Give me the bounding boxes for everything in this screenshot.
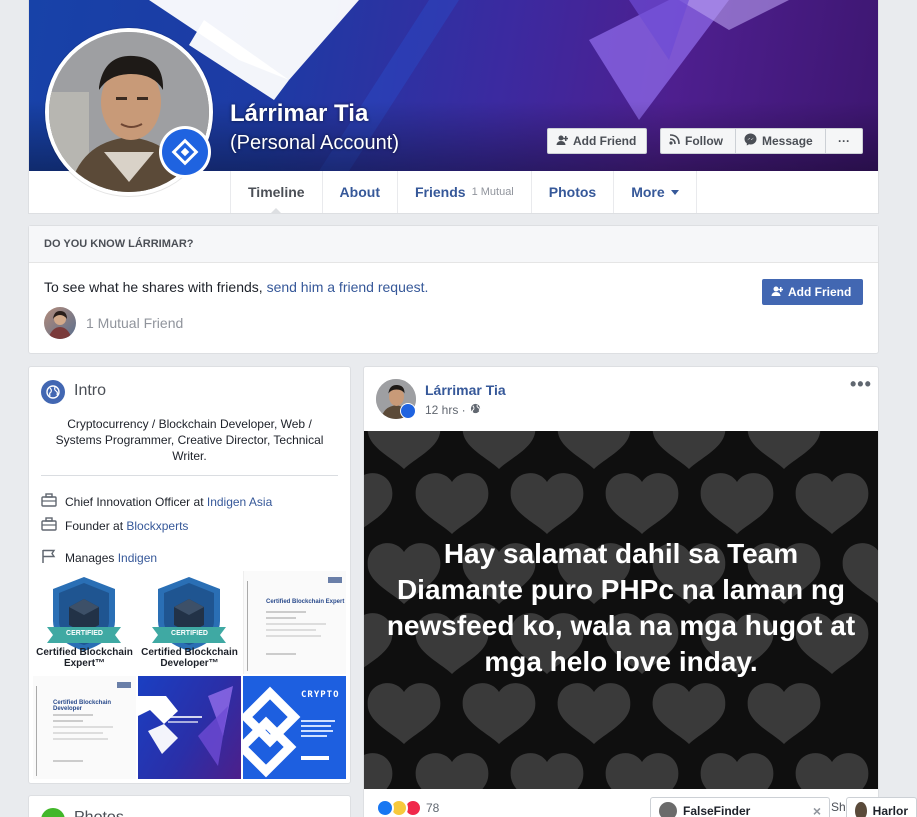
- intro-job-2: Founder at Blockxperts: [41, 517, 188, 534]
- share-partial[interactable]: Sh: [831, 800, 846, 814]
- featured-photo-developer[interactable]: CERTIFIED Certified Blockchain Developer…: [138, 571, 241, 674]
- briefcase-icon: [41, 493, 57, 510]
- reactions-summary[interactable]: 78: [376, 799, 439, 817]
- profile-badge: [159, 126, 211, 178]
- featured-photo-crypto[interactable]: CRYPTO: [243, 676, 346, 779]
- intro-job-1: Chief Innovation Officer at Indigen Asia: [41, 493, 272, 510]
- post-author-name[interactable]: Lárrimar Tia: [425, 382, 506, 398]
- featured-photo-cover[interactable]: [138, 676, 241, 779]
- add-friend-icon: [771, 285, 784, 300]
- public-globe-icon: [470, 403, 481, 417]
- indigen-asia-link[interactable]: Indigen Asia: [207, 495, 272, 509]
- profile-tabs: Timeline About Friends 1 Mutual Photos Mo…: [230, 171, 697, 214]
- close-icon[interactable]: ×: [813, 803, 821, 817]
- featured-photos: CERTIFIED Certified Blockchain Expert™ C…: [33, 571, 348, 781]
- chat-tab-harlor[interactable]: Harlor: [846, 797, 917, 817]
- avatar-badge: [400, 403, 416, 419]
- tab-friends[interactable]: Friends 1 Mutual: [398, 171, 532, 213]
- profile-name[interactable]: Lárrimar Tia: [230, 100, 368, 128]
- photos-icon: [41, 808, 65, 817]
- chat-avatar: [659, 801, 677, 817]
- intro-title: Intro: [74, 382, 107, 399]
- add-friend-icon: [556, 134, 569, 149]
- intro-manages: Manages Indigen: [41, 549, 157, 566]
- flag-icon: [41, 549, 57, 566]
- profile-header: Lárrimar Tia (Personal Account) Add Frie…: [28, 0, 879, 214]
- tab-about[interactable]: About: [323, 171, 398, 213]
- briefcase-icon: [41, 517, 57, 534]
- photos-title[interactable]: Photos: [74, 809, 124, 817]
- tab-photos[interactable]: Photos: [532, 171, 615, 213]
- rss-icon: [669, 134, 680, 148]
- caret-down-icon: [670, 189, 679, 195]
- friend-request-card: DO YOU KNOW LÁRRIMAR? To see what he sha…: [28, 225, 879, 354]
- featured-photo-expert[interactable]: CERTIFIED Certified Blockchain Expert™: [33, 571, 136, 674]
- post-options-icon[interactable]: •••: [850, 375, 872, 393]
- post-message: Hay salamat dahil sa Team Diamante puro …: [386, 538, 856, 677]
- divider: [41, 475, 338, 476]
- blockxperts-link[interactable]: Blockxperts: [126, 519, 188, 533]
- mutual-count: 1 Mutual: [471, 186, 514, 198]
- follow-button[interactable]: Follow: [660, 128, 736, 154]
- indigen-link[interactable]: Indigen: [118, 551, 157, 565]
- messenger-icon: [744, 133, 757, 149]
- card-header: DO YOU KNOW LÁRRIMAR?: [29, 226, 878, 263]
- like-reaction-icon: [376, 799, 394, 817]
- friend-request-text: To see what he shares with friends, send…: [44, 279, 429, 295]
- more-dots-label: ···: [838, 134, 850, 148]
- featured-photo-cert-doc-2[interactable]: Certified Blockchain Developer: [33, 676, 136, 779]
- profile-subtitle: (Personal Account): [230, 132, 399, 154]
- tab-more[interactable]: More: [614, 171, 697, 213]
- chat-tab-falsefinder[interactable]: FalseFinder ×: [650, 797, 830, 817]
- chat-avatar: [855, 801, 867, 817]
- post-text-background[interactable]: Hay salamat dahil sa Team Diamante puro …: [364, 431, 878, 789]
- more-options-button[interactable]: ···: [825, 128, 863, 154]
- message-button[interactable]: Message: [735, 128, 826, 154]
- timeline-post: Lárrimar Tia 12 hrs · ••• Hay salamat da…: [363, 366, 879, 817]
- mutual-friend-avatar[interactable]: [44, 307, 76, 339]
- intro-card: Intro Cryptocurrency / Blockchain Develo…: [28, 366, 351, 784]
- post-timestamp[interactable]: 12 hrs ·: [425, 403, 481, 417]
- blockchain-logo-icon: [171, 138, 199, 166]
- message-label: Message: [762, 134, 813, 148]
- add-friend-button[interactable]: Add Friend: [547, 128, 647, 154]
- featured-photo-cert-doc-1[interactable]: Certified Blockchain Expert: [243, 571, 346, 674]
- tab-timeline[interactable]: Timeline: [230, 171, 323, 214]
- follow-label: Follow: [685, 134, 723, 148]
- photos-card: Photos: [28, 795, 351, 817]
- add-friend-label: Add Friend: [573, 134, 637, 148]
- send-friend-request-link[interactable]: send him a friend request.: [267, 279, 429, 295]
- globe-icon: [41, 380, 65, 404]
- intro-bio: Cryptocurrency / Blockchain Developer, W…: [55, 417, 324, 463]
- add-friend-primary-button[interactable]: Add Friend: [762, 279, 863, 305]
- reaction-count: 78: [426, 801, 440, 815]
- mutual-friend-count[interactable]: 1 Mutual Friend: [86, 315, 183, 331]
